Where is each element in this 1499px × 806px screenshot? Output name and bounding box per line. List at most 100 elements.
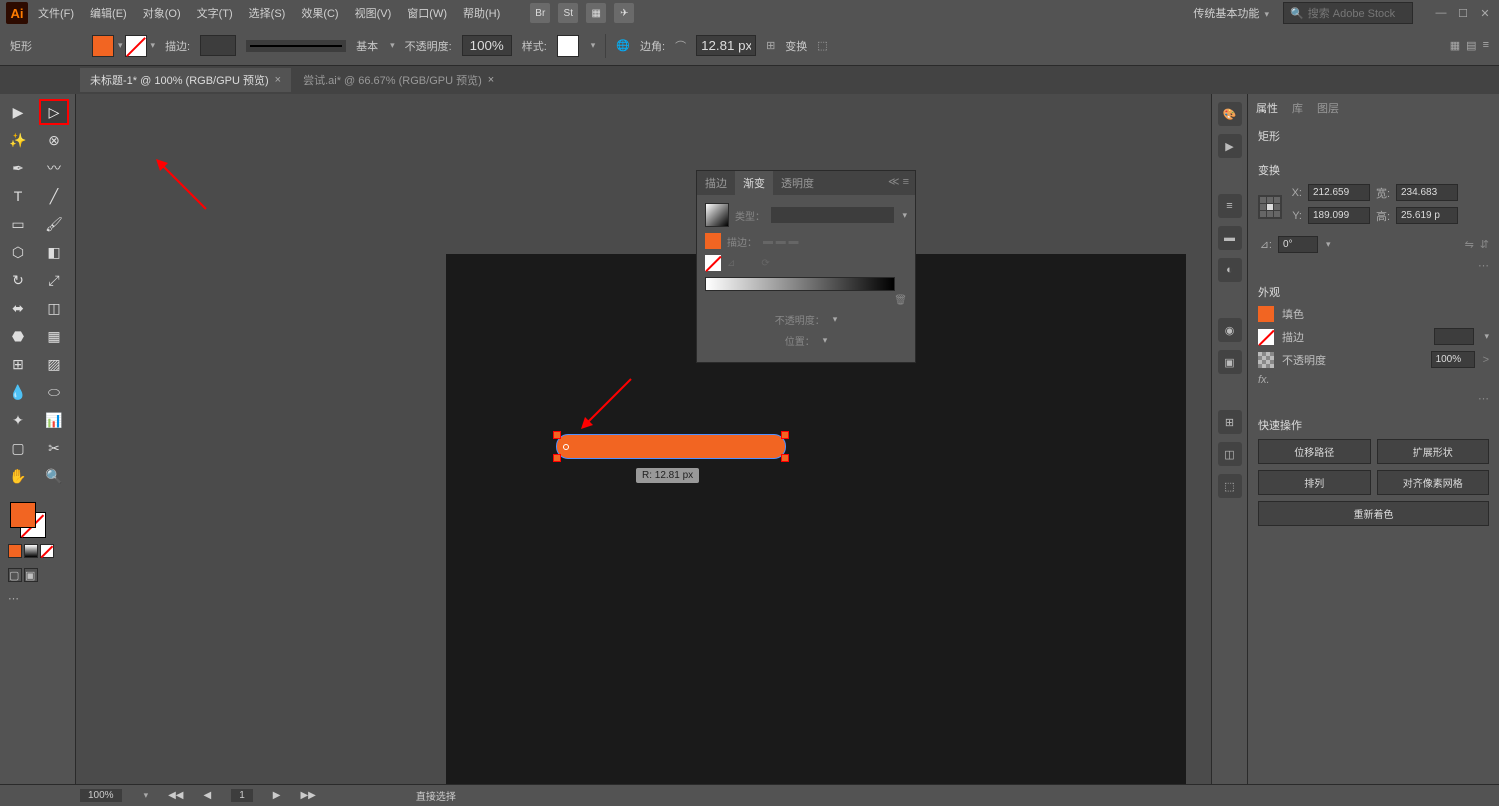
nav-fwd-icon[interactable]: ▶ [273, 790, 281, 801]
menu-view[interactable]: 视图(V) [349, 1, 398, 25]
panel-icon-2[interactable]: ▤ [1466, 39, 1476, 52]
rotate-tool[interactable]: ↻ [3, 267, 33, 293]
panel-collapse-icon[interactable]: ≪ ≡ [882, 171, 915, 195]
opacity-swatch-prop[interactable] [1258, 352, 1274, 368]
type-tool[interactable]: T [3, 183, 33, 209]
tab-close-icon[interactable]: × [275, 74, 281, 86]
align-panel-icon[interactable]: ⊞ [1218, 410, 1242, 434]
reference-point[interactable] [1258, 195, 1282, 219]
stroke-weight-input[interactable] [200, 35, 236, 56]
more-appearance-icon[interactable]: ⋯ [1258, 392, 1489, 405]
menu-icon[interactable]: ≡ [1483, 39, 1489, 52]
line-tool[interactable]: ╱ [39, 183, 69, 209]
stroke-profile[interactable] [246, 40, 346, 52]
stroke-swatch[interactable] [125, 35, 147, 57]
nav-next-icon[interactable]: ▶▶ [300, 790, 315, 801]
minimize-icon[interactable]: — [1433, 7, 1449, 19]
workspace-switcher[interactable]: 传统基本功能 ▾ [1189, 5, 1273, 21]
delete-stop-icon[interactable]: 🗑 [894, 295, 907, 306]
fill-color[interactable] [10, 502, 36, 528]
height-input[interactable] [1396, 207, 1458, 224]
flip-v-icon[interactable]: ⇵ [1480, 238, 1489, 251]
props-tab-layers[interactable]: 图层 [1317, 100, 1339, 116]
gradient-preview[interactable] [705, 203, 729, 227]
menu-help[interactable]: 帮助(H) [457, 1, 506, 25]
bridge-icon[interactable]: Br [530, 3, 550, 23]
artboard-tool[interactable]: ▢ [3, 435, 33, 461]
props-tab-attributes[interactable]: 属性 [1256, 100, 1278, 116]
shaper-tool[interactable]: ⬡ [3, 239, 33, 265]
style-swatch[interactable] [557, 35, 579, 57]
hand-tool[interactable]: ✋ [3, 463, 33, 489]
props-tab-libraries[interactable]: 库 [1292, 100, 1303, 116]
nav-back-icon[interactable]: ◀ [204, 790, 212, 801]
edit-toolbar-icon[interactable]: ⋯ [8, 592, 71, 605]
graph-tool[interactable]: 📊 [39, 407, 69, 433]
globe-icon[interactable]: 🌐 [616, 39, 630, 52]
mesh-tool[interactable]: ⊞ [3, 351, 33, 377]
fill-stroke-swatches[interactable] [10, 502, 46, 538]
transform-label[interactable]: 变换 [785, 38, 807, 54]
panel-tab-gradient[interactable]: 渐变 [735, 171, 773, 195]
direct-selection-tool[interactable]: ▷ [39, 99, 69, 125]
opacity-input-prop[interactable] [1431, 351, 1475, 368]
brush-tool[interactable]: 🖌 [39, 211, 69, 237]
search-stock[interactable]: 🔍 搜索 Adobe Stock [1283, 2, 1413, 24]
swatches-panel-icon[interactable]: ▶ [1218, 134, 1242, 158]
panel-icon[interactable]: ▦ [1450, 39, 1460, 52]
screen-mode-normal[interactable]: ▢ [8, 568, 22, 582]
transform-panel-icon[interactable]: ⬚ [1218, 474, 1242, 498]
gradient-tool[interactable]: ▨ [39, 351, 69, 377]
screen-mode-full[interactable]: ▣ [24, 568, 38, 582]
grad-fill-swatch[interactable] [705, 233, 721, 249]
tab-close-icon[interactable]: × [488, 74, 494, 86]
symbol-tool[interactable]: ✦ [3, 407, 33, 433]
gradient-type-dropdown[interactable] [771, 207, 894, 223]
recolor-button[interactable]: 重新着色 [1258, 501, 1489, 526]
stroke-weight-prop[interactable] [1434, 328, 1474, 345]
stroke-swatch-prop[interactable] [1258, 329, 1274, 345]
color-panel-icon[interactable]: 🎨 [1218, 102, 1242, 126]
panel-tab-stroke[interactable]: 描边 [697, 171, 735, 195]
gpu-icon[interactable]: ✈ [614, 3, 634, 23]
rectangle-tool[interactable]: ▭ [3, 211, 33, 237]
lasso-tool[interactable]: ⊗ [39, 127, 69, 153]
more-options-icon[interactable]: ⋯ [1258, 259, 1489, 272]
fx-label[interactable]: fx. [1258, 374, 1270, 386]
angle-input[interactable] [1278, 236, 1318, 253]
menu-effect[interactable]: 效果(C) [295, 1, 344, 25]
width-tool[interactable]: ⬌ [3, 295, 33, 321]
panel-tab-transparency[interactable]: 透明度 [773, 171, 822, 195]
transparency-panel-icon[interactable]: ◐ [1218, 258, 1242, 282]
graphic-styles-icon[interactable]: ▣ [1218, 350, 1242, 374]
y-input[interactable] [1308, 207, 1370, 224]
opacity-input[interactable] [462, 35, 512, 56]
nav-prev-icon[interactable]: ◀◀ [168, 790, 183, 801]
curvature-tool[interactable]: 〰 [39, 155, 69, 181]
maximize-icon[interactable]: ☐ [1455, 7, 1471, 19]
pen-tool[interactable]: ✒ [3, 155, 33, 181]
color-mode-solid[interactable] [8, 544, 22, 558]
perspective-tool[interactable]: ▦ [39, 323, 69, 349]
doc-tab-2[interactable]: 尝试.ai* @ 66.67% (RGB/GPU 预览) × [293, 68, 504, 92]
flip-h-icon[interactable]: ⇋ [1465, 238, 1474, 251]
selected-shape[interactable] [556, 434, 786, 459]
align-icon[interactable]: ⊞ [766, 39, 775, 52]
menu-object[interactable]: 对象(O) [137, 1, 187, 25]
fill-swatch[interactable] [92, 35, 114, 57]
menu-text[interactable]: 文字(T) [191, 1, 239, 25]
appearance-panel-icon[interactable]: ◉ [1218, 318, 1242, 342]
doc-tab-1[interactable]: 未标题-1* @ 100% (RGB/GPU 预览) × [80, 68, 291, 92]
zoom-tool[interactable]: 🔍 [39, 463, 69, 489]
gradient-slider[interactable] [705, 277, 895, 291]
pathfinder-panel-icon[interactable]: ◫ [1218, 442, 1242, 466]
shape-builder-icon[interactable]: ⬚ [817, 39, 827, 52]
zoom-level[interactable]: 100% [80, 789, 122, 802]
blend-tool[interactable]: ⬭ [39, 379, 69, 405]
page-number[interactable]: 1 [231, 789, 253, 802]
menu-edit[interactable]: 编辑(E) [84, 1, 133, 25]
eraser-tool[interactable]: ◧ [39, 239, 69, 265]
close-icon[interactable]: ✕ [1477, 7, 1493, 19]
menu-file[interactable]: 文件(F) [32, 1, 80, 25]
selection-tool[interactable]: ▶ [3, 99, 33, 125]
